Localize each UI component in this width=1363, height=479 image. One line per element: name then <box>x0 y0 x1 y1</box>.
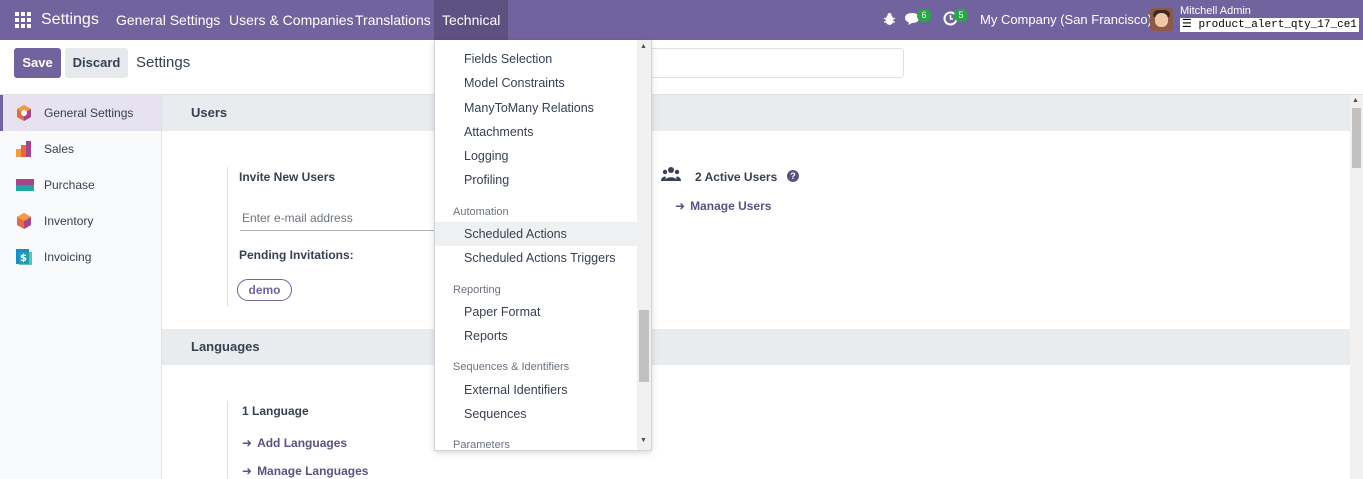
menu-item-fields-selection[interactable]: Fields Selection <box>435 47 637 71</box>
manage-languages-link[interactable]: ➜ Manage Languages <box>242 464 368 478</box>
menu-item-attachments[interactable]: Attachments <box>435 120 637 144</box>
menu-header-parameters: Parameters <box>453 439 510 451</box>
invite-users-title: Invite New Users <box>239 170 336 184</box>
dropdown-scrollbar[interactable] <box>637 40 651 450</box>
scroll-up-icon[interactable]: ▲ <box>1352 97 1359 104</box>
settings-app-icon <box>17 105 31 121</box>
menu-item-many2many-relations[interactable]: ManyToMany Relations <box>435 96 637 120</box>
chat-badge: 6 <box>917 9 931 22</box>
add-languages-link[interactable]: ➜ Add Languages <box>242 436 347 450</box>
sidebar-item-label: Sales <box>44 142 75 156</box>
pending-user-tag[interactable]: demo <box>237 279 292 301</box>
sidebar-item-label: Invoicing <box>44 250 92 264</box>
settings-content: Users Invite New Users Enter e-mail addr… <box>162 95 1350 479</box>
arrow-right-icon: ➜ <box>675 199 686 213</box>
arrow-right-icon: ➜ <box>242 464 253 478</box>
app-brand[interactable]: Settings <box>41 11 99 29</box>
arrow-right-icon: ➜ <box>242 436 253 450</box>
top-navbar: Settings General Settings Users & Compan… <box>0 0 1363 40</box>
menu-header-reporting: Reporting <box>453 284 501 296</box>
search-input[interactable] <box>640 48 904 78</box>
languages-divider <box>227 401 228 479</box>
users-divider <box>227 167 228 307</box>
menu-item-sequences[interactable]: Sequences <box>435 402 637 426</box>
activity-badge: 5 <box>954 9 968 22</box>
menu-item-logging[interactable]: Logging <box>435 144 637 168</box>
menu-item-paper-format[interactable]: Paper Format <box>435 300 637 324</box>
database-label: product_alert_qty_17_ce1 <box>1198 19 1357 31</box>
sidebar-item-label: General Settings <box>44 106 134 120</box>
sidebar-item-label: Purchase <box>44 178 95 192</box>
inventory-app-icon <box>17 213 31 229</box>
sidebar-item-label: Inventory <box>44 214 94 228</box>
menu-item-scheduled-actions-triggers[interactable]: Scheduled Actions Triggers <box>435 246 637 270</box>
menu-general-settings[interactable]: General Settings <box>108 0 228 40</box>
manage-users-label: Manage Users <box>690 199 772 213</box>
technical-dropdown-menu: Fields Selection Model Constraints ManyT… <box>434 40 652 451</box>
database-name: ☰ product_alert_qty_17_ce1 <box>1180 18 1359 32</box>
sidebar-item-purchase[interactable]: Purchase <box>0 167 161 203</box>
menu-item-profiling[interactable]: Profiling <box>435 168 637 192</box>
active-users-count: 2 Active Users <box>695 170 778 184</box>
menu-header-sequences: Sequences & Identifiers <box>453 361 570 373</box>
menu-translations[interactable]: Translations <box>347 0 439 40</box>
sidebar-item-invoicing[interactable]: $ Invoicing <box>0 239 161 275</box>
add-languages-label: Add Languages <box>257 436 348 450</box>
sales-app-icon <box>16 141 31 157</box>
discard-button[interactable]: Discard <box>65 48 128 78</box>
email-field[interactable]: Enter e-mail address <box>240 207 440 231</box>
scroll-up-icon[interactable]: ▲ <box>640 43 647 50</box>
scroll-down-icon[interactable]: ▼ <box>640 437 647 444</box>
company-switcher[interactable]: My Company (San Francisco) <box>980 12 1152 27</box>
pending-invitations-title: Pending Invitations: <box>239 248 354 262</box>
user-avatar[interactable] <box>1150 8 1173 31</box>
menu-item-external-identifiers[interactable]: External Identifiers <box>435 378 637 402</box>
bug-icon[interactable] <box>883 12 896 26</box>
control-panel: Save Discard Settings <box>0 40 1363 95</box>
users-section-header: Users <box>162 95 1350 131</box>
dropdown-scrollbar-thumb[interactable] <box>639 310 649 382</box>
svg-text:$: $ <box>20 253 27 264</box>
languages-section-header: Languages <box>162 329 1350 365</box>
help-icon[interactable]: ? <box>787 170 799 182</box>
page-title: Settings <box>136 54 191 71</box>
page-scrollbar-thumb[interactable] <box>1352 108 1361 168</box>
sidebar-item-sales[interactable]: Sales <box>0 131 161 167</box>
menu-item-scheduled-actions[interactable]: Scheduled Actions <box>435 222 637 246</box>
user-name[interactable]: Mitchell Admin <box>1180 5 1251 17</box>
database-icon: ☰ <box>1182 19 1192 31</box>
apps-menu-icon[interactable] <box>15 12 31 28</box>
sidebar-item-inventory[interactable]: Inventory <box>0 203 161 239</box>
users-icon <box>661 167 681 181</box>
manage-languages-label: Manage Languages <box>257 464 369 478</box>
manage-users-link[interactable]: ➜ Manage Users <box>675 199 771 213</box>
purchase-app-icon <box>16 179 34 191</box>
sidebar-item-general-settings[interactable]: General Settings <box>0 95 161 131</box>
save-button[interactable]: Save <box>14 48 61 78</box>
menu-technical[interactable]: Technical <box>434 0 509 40</box>
language-count: 1 Language <box>242 404 309 418</box>
menu-item-reports[interactable]: Reports <box>435 324 637 348</box>
menu-users-companies[interactable]: Users & Companies <box>221 0 362 40</box>
invoicing-app-icon: $ <box>16 249 32 265</box>
menu-item-model-constraints[interactable]: Model Constraints <box>435 71 637 95</box>
menu-header-automation: Automation <box>453 206 509 218</box>
settings-sidebar: General Settings Sales Purchase Inventor… <box>0 95 162 479</box>
